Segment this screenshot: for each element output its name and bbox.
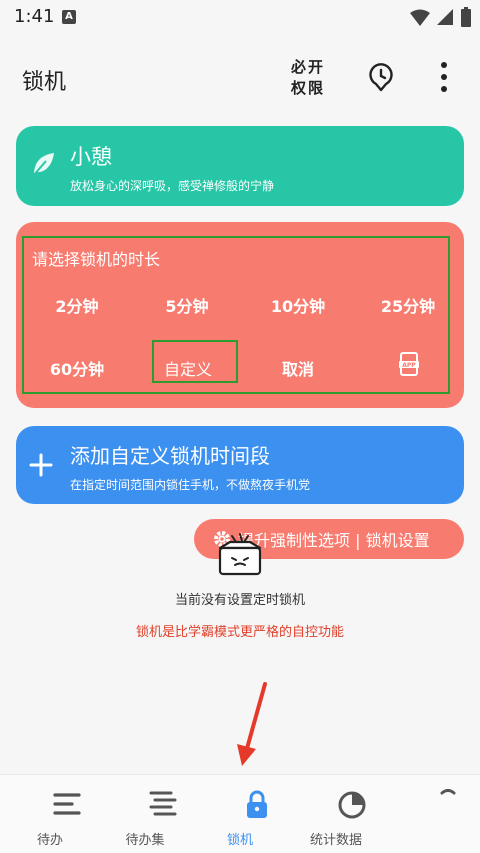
nav-label-lock: 锁机	[226, 833, 253, 848]
rest-card-title: 小憩	[70, 145, 112, 169]
lock-icon	[246, 790, 267, 818]
plus-icon	[29, 453, 53, 477]
todo-set-icon	[149, 791, 176, 816]
add-period-subtitle: 在指定时间范围内锁住手机，不做熬夜手机党	[70, 478, 311, 492]
lock-duration-title: 请选择锁机的时长	[32, 250, 161, 269]
page-title: 锁机	[22, 70, 67, 95]
duration-option-5min[interactable]: 5分钟	[137, 293, 237, 317]
nav-item-profile[interactable]	[383, 789, 479, 829]
permissions-label-line2: 权限	[290, 79, 325, 97]
status-bar: 1:41 A	[0, 0, 480, 36]
permissions-label-line1: 必开	[290, 58, 325, 76]
nav-item-stats[interactable]: 统计数据	[288, 789, 384, 848]
profile-icon	[440, 789, 455, 795]
nav-label-todo-set: 待办集	[125, 833, 165, 848]
cancel-option[interactable]: 取消	[248, 356, 348, 380]
clock-pin-icon[interactable]	[366, 62, 396, 92]
empty-box-mascot-icon	[218, 533, 262, 576]
nav-label-stats: 统计数据	[309, 833, 362, 848]
status-time: 1:41	[14, 6, 55, 27]
empty-state-warning: 锁机是比学霸模式更严格的自控功能	[135, 625, 344, 640]
duration-option-2min[interactable]: 2分钟	[27, 293, 127, 317]
duration-option-60min[interactable]: 60分钟	[27, 356, 127, 380]
nav-item-todo[interactable]: 待办	[2, 789, 98, 848]
lock-settings-label: 提升强制性选项 | 锁机设置	[238, 531, 430, 550]
duration-option-10min[interactable]: 10分钟	[248, 293, 348, 317]
signal-icon	[437, 9, 453, 25]
nav-item-lock[interactable]: 锁机	[192, 789, 288, 848]
leaf-icon	[32, 153, 54, 177]
app-icon[interactable]: APP	[397, 352, 421, 376]
svg-text:APP: APP	[402, 362, 416, 369]
red-arrow-icon	[237, 682, 267, 766]
required-permissions-button[interactable]: 必开 权限	[288, 57, 328, 99]
bottom-nav: 待办 待办集 锁机 统计数据	[0, 774, 480, 853]
more-vert-icon[interactable]	[432, 60, 456, 94]
empty-state-message: 当前没有设置定时锁机	[174, 593, 305, 608]
duration-option-25min[interactable]: 25分钟	[358, 293, 458, 317]
nav-label-todo: 待办	[36, 833, 63, 848]
rest-card-subtitle: 放松身心的深呼吸，感受禅修般的宁静	[70, 179, 275, 193]
todo-list-icon	[52, 793, 81, 815]
pie-chart-icon	[338, 791, 365, 819]
add-period-title: 添加自定义锁机时间段	[70, 444, 270, 468]
duration-option-custom[interactable]: 自定义	[138, 356, 238, 380]
nav-item-todo-set[interactable]: 待办集	[97, 789, 193, 848]
battery-icon	[461, 7, 471, 27]
notification-badge: A	[62, 10, 76, 24]
wifi-icon	[410, 9, 430, 26]
